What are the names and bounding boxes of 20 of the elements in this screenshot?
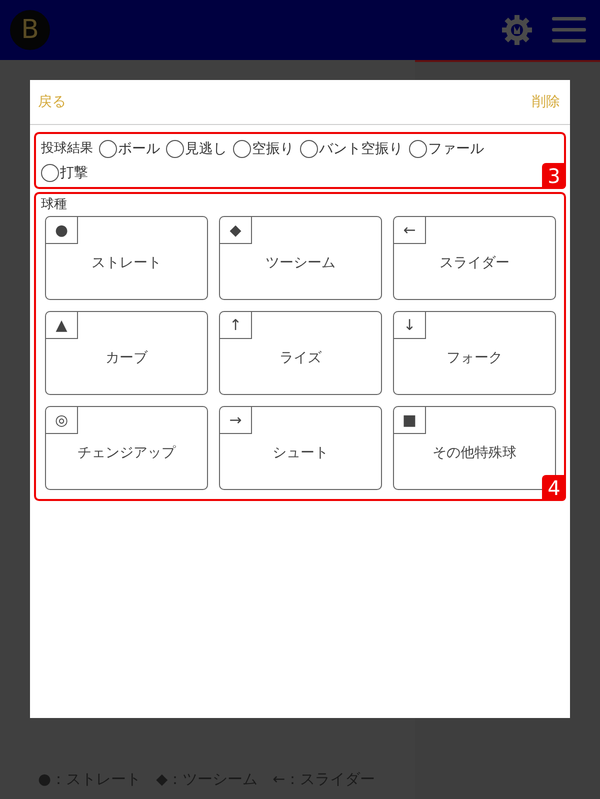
pitch-type-button[interactable]: ◎ チェンジアップ [45,406,208,490]
section-label: 球種 [41,196,67,214]
pitch-type-button[interactable]: ← スライダー [393,216,556,300]
radio-option[interactable]: 打撃 [41,161,88,185]
annotation-badge: 4 [542,475,566,501]
section-label: 投球結果 [41,140,93,158]
radio-option[interactable]: 空振り [233,137,294,161]
radio-option[interactable]: ファール [409,137,484,161]
settings-icon[interactable] [500,13,534,47]
pitch-type-button[interactable]: → シュート [219,406,382,490]
radio-option[interactable]: バント空振り [300,137,403,161]
pitch-type-button[interactable]: ◆ ツーシーム [219,216,382,300]
pitch-type-button[interactable]: ↓ フォーク [393,311,556,395]
radio-option[interactable]: 見逃し [166,137,227,161]
menu-icon[interactable] [552,16,586,44]
radio-option[interactable]: ボール [99,137,160,161]
annotation-badge: 3 [542,163,566,189]
pitch-type-button[interactable]: ↑ ライズ [219,311,382,395]
pitch-type-button[interactable]: ● ストレート [45,216,208,300]
pitch-type-button[interactable]: ▲ カーブ [45,311,208,395]
